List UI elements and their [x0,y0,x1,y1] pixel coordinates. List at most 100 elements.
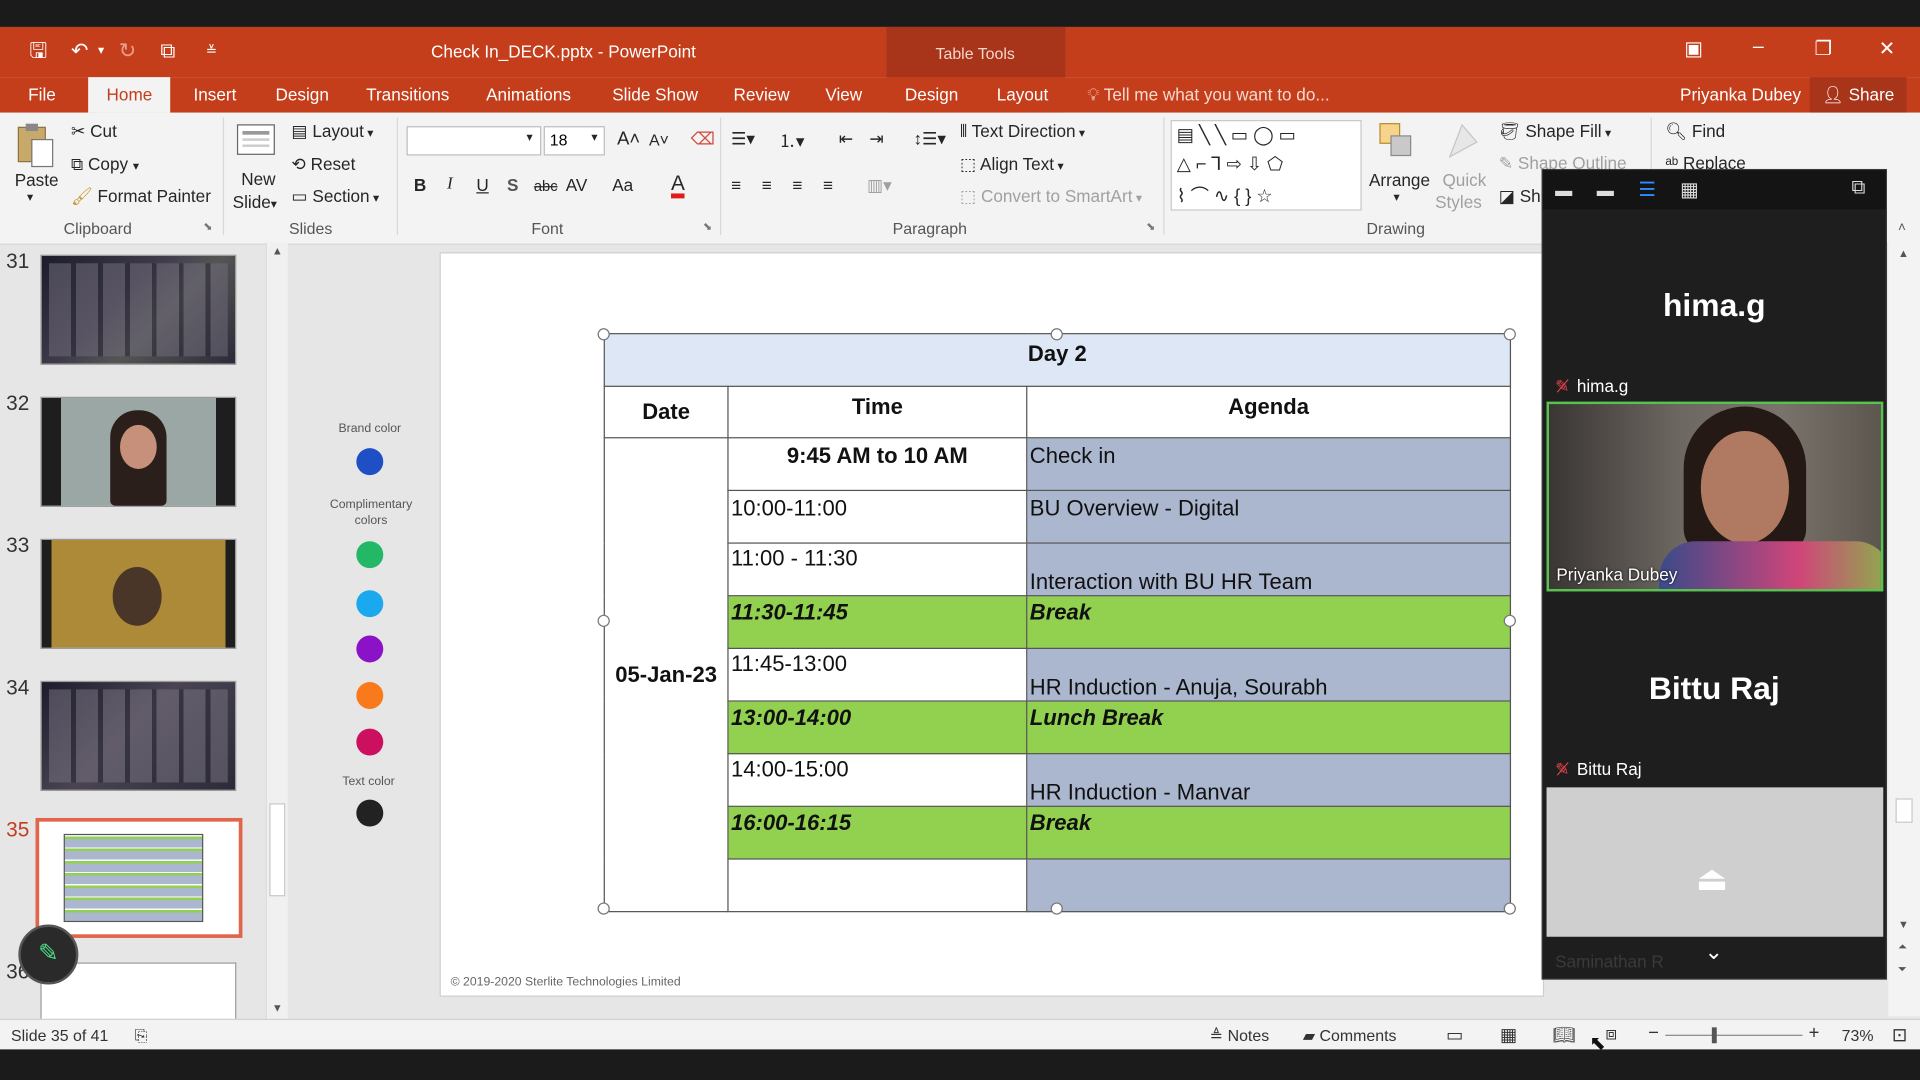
section-button[interactable]: ▭ Section ▾ [291,186,379,207]
font-name-input[interactable] [406,126,542,156]
arrange-dropdown-icon[interactable]: ▾ [1393,191,1399,204]
thumbnail-scrollbar[interactable]: ▲ ▼ [265,242,288,1019]
find-button[interactable]: 🔍︎ Find [1665,121,1725,142]
fit-to-window-icon[interactable]: ⊡ [1892,1024,1907,1046]
date-header-cell[interactable]: Date [603,385,729,439]
thumbnail-scroll-thumb[interactable] [269,803,286,897]
previous-slide-icon[interactable]: ⏶ [1898,940,1907,953]
font-launcher-icon[interactable]: ⬊ [703,220,712,233]
convert-smartart-button[interactable]: ⬚ Convert to SmartArt ▾ [960,186,1142,207]
align-right-icon[interactable]: ≡ [792,175,802,195]
clear-formatting-icon[interactable]: ⌫ [691,129,715,150]
minimize-video-icon[interactable]: ▬ [1555,180,1572,200]
new-slide-label-1[interactable]: New [241,169,275,189]
quick-styles-label-2[interactable]: Styles [1435,192,1482,212]
justify-icon[interactable]: ≡ [823,175,833,195]
reading-view-icon[interactable]: 📖︎ [1553,1024,1576,1046]
increase-indent-icon[interactable]: ⇥ [869,129,883,150]
tell-me-search[interactable]: 💡︎ Tell me what you want to do... [1087,84,1329,105]
tab-file[interactable]: File [28,84,56,104]
resize-handle[interactable] [597,328,610,341]
resize-handle[interactable] [1050,328,1063,341]
scroll-down-icon[interactable]: ▼ [1898,918,1909,930]
text-direction-button[interactable]: ⫴ Text Direction ▾ [960,121,1085,142]
gallery-view-icon[interactable]: ▦ [1680,178,1699,202]
resize-handle[interactable] [1050,902,1063,915]
tab-design[interactable]: Design [276,84,329,104]
font-size-dropdown-icon[interactable]: ▾ [591,131,597,144]
slide-scroll-thumb[interactable] [1895,798,1913,823]
quick-styles-label-1[interactable]: Quick [1442,170,1486,190]
chevron-down-icon[interactable]: ⌄ [1705,939,1723,965]
time-cell[interactable]: 10:00-11:00 [727,489,1028,544]
tab-animations[interactable]: Animations [486,84,571,104]
numbering-icon[interactable]: ⒈▾ [779,129,805,153]
agenda-cell[interactable]: Break [1026,805,1512,860]
change-case-button[interactable]: Aa [612,175,633,195]
slide-sorter-icon[interactable]: ▦ [1500,1024,1517,1046]
exit-floating-icon[interactable]: ⧉ [1851,178,1865,200]
scroll-up-icon[interactable]: ▲ [272,245,283,257]
time-header-cell[interactable]: Time [727,385,1028,439]
line-spacing-icon[interactable]: ↕☰▾ [913,129,946,150]
customize-qat-icon[interactable]: ≚ [206,39,217,63]
time-cell[interactable]: 9:45 AM to 10 AM [727,437,1028,492]
new-slide-icon[interactable] [235,120,277,167]
font-color-button[interactable]: A [671,173,685,199]
comments-button[interactable]: ▰ Comments [1303,1026,1397,1046]
minimize-icon[interactable]: – [1740,37,1777,59]
slide-thumbnail-34[interactable] [40,680,237,792]
new-slide-label-2[interactable]: Slide▾ [233,192,277,212]
undo-dropdown-icon[interactable]: ▾ [98,39,104,63]
scroll-up-icon[interactable]: ▲ [1898,247,1909,259]
close-icon[interactable]: ✕ [1869,37,1906,61]
resize-handle[interactable] [1503,328,1516,341]
collapse-ribbon-icon[interactable]: ˄ [1898,220,1906,235]
user-name[interactable]: Priyanka Dubey [1680,84,1801,104]
tab-review[interactable]: Review [733,84,789,104]
paste-icon[interactable] [15,122,57,169]
paste-dropdown-icon[interactable]: ▾ [27,191,33,204]
redo-icon[interactable]: ↻ [119,39,136,63]
align-left-icon[interactable]: ≡ [731,175,741,195]
scroll-down-icon[interactable]: ▼ [272,1002,283,1014]
zoom-slider-thumb[interactable] [1711,1027,1717,1044]
reset-button[interactable]: ⟲ Reset [291,154,355,175]
resize-handle[interactable] [1503,902,1516,915]
decrease-font-icon[interactable]: A˅ [649,131,669,149]
slide-thumbnail-31[interactable] [40,254,237,365]
participant-tile[interactable]: ⏏ [1546,787,1884,937]
share-button[interactable]: 👤︎ Share [1809,77,1907,113]
agenda-cell[interactable]: Break [1026,595,1512,649]
undo-icon[interactable]: ↶ [71,39,88,63]
shape-fill-button[interactable]: 🪣︎ Shape Fill ▾ [1499,121,1611,142]
tab-home[interactable]: Home [88,77,171,113]
normal-view-icon[interactable]: ▭ [1446,1024,1463,1046]
paragraph-launcher-icon[interactable]: ⬊ [1146,220,1155,233]
tab-table-design[interactable]: Design [905,84,958,104]
ribbon-display-icon[interactable]: ▣ [1675,37,1712,61]
tab-transitions[interactable]: Transitions [366,84,449,104]
tab-insert[interactable]: Insert [193,84,236,104]
agenda-header-cell[interactable]: Agenda [1026,385,1512,439]
resize-handle[interactable] [597,614,610,627]
strikethrough-button[interactable]: abc [534,178,558,195]
arrange-icon[interactable] [1376,120,1418,167]
resize-handle[interactable] [1503,614,1516,627]
agenda-cell[interactable] [1026,858,1512,913]
agenda-cell[interactable]: BU Overview - Digital [1026,489,1512,544]
spell-check-icon[interactable]: ⎘ [135,1026,148,1046]
copy-button[interactable]: ⧉ Copy ▾ [71,154,139,175]
quick-styles-icon[interactable] [1442,120,1484,167]
slide-scrollbar[interactable]: ˄ ▲ ▼ ⏶ ⏷ [1888,220,1920,1017]
format-painter-button[interactable]: 🖌︎ Format Painter [71,186,211,207]
time-cell[interactable]: 11:00 - 11:30 [727,542,1028,597]
align-text-button[interactable]: ⬚ Align Text ▾ [960,154,1064,175]
arrange-button[interactable]: Arrange [1369,170,1430,190]
time-cell[interactable]: 11:30-11:45 [727,595,1028,649]
table-title-cell[interactable]: Day 2 [603,333,1512,387]
resize-handle[interactable] [597,902,610,915]
tab-slide-show[interactable]: Slide Show [612,84,698,104]
agenda-cell[interactable]: HR Induction - Manvar [1026,753,1512,807]
slideshow-view-icon[interactable]: ⧈ [1605,1024,1617,1045]
